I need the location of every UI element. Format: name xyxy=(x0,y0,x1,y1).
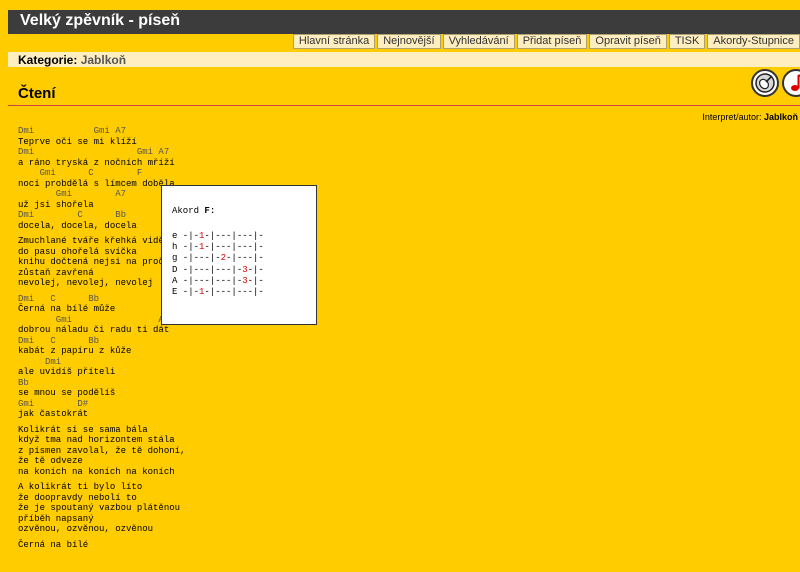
tab-prefix: -|---|---|- xyxy=(177,275,243,286)
song-title: Čtení xyxy=(18,85,56,102)
main-nav: Hlavní stránka Nejnovější Vyhledávání Př… xyxy=(291,34,800,49)
chord-line[interactable]: Dmi xyxy=(18,357,618,368)
lyric-line: knihu dočtená nejsi na proč xyxy=(18,257,164,267)
tab-suffix: -|---|---|- xyxy=(204,231,264,241)
chord-popup-title: Akord F: xyxy=(172,206,216,216)
music-note-icon[interactable] xyxy=(782,69,800,97)
chord-line[interactable]: Gmi A7 xyxy=(18,189,618,200)
lyric-line: Zmuchlané tváře křehká vidění xyxy=(18,236,175,246)
guitar-icon[interactable] xyxy=(751,69,779,97)
lyric-line: nevolej, nevolej, nevolej xyxy=(18,278,154,288)
tab-string-row: A -|---|---|-3-|- xyxy=(172,276,264,287)
author-link[interactable]: Jablkoň xyxy=(764,112,798,122)
lyric-line: kabát z papíru z kůže xyxy=(18,346,132,356)
lyric-line: že je spoutaný vazbou plátěnou xyxy=(18,503,181,513)
tab-prefix: -|- xyxy=(177,242,200,253)
tab-prefix: -|---|---|- xyxy=(177,264,243,275)
lyric-line: na koních na koních na koních xyxy=(18,466,175,477)
lyric-line: A kolikrát ti bylo líto xyxy=(18,482,143,492)
chord-popup: Akord F: e -|-1-|---|---|- h -|-1-|---|--… xyxy=(161,185,317,325)
lyric-line: když tma nad horizontem stála xyxy=(18,435,175,445)
lyric-line: docela, docela, docela xyxy=(18,220,137,231)
lyric-line: jak častokrát xyxy=(18,409,89,419)
tab-string-row: h -|-1-|---|---|- xyxy=(172,242,264,253)
nav-edit-song[interactable]: Opravit píseň xyxy=(589,34,667,49)
lyric-line: do pasu ohořelá svíčka xyxy=(18,246,137,257)
title-divider xyxy=(8,105,800,106)
chord-line[interactable]: Dmi Gmi A7 xyxy=(18,126,618,137)
lyric-line: Černá na bílé může xyxy=(18,304,116,314)
chord-line[interactable]: Dmi C Bb xyxy=(18,294,618,305)
chord-line[interactable]: Gmi D# xyxy=(18,399,618,410)
lyric-line: ale uvidíš příteli xyxy=(18,367,116,377)
tab-string-row: E -|-1-|---|---|- xyxy=(172,287,264,298)
tab-suffix: -|- xyxy=(247,275,264,286)
nav-print[interactable]: TISK xyxy=(668,34,706,49)
site-title-bar: Velký zpěvník - píseň xyxy=(8,10,800,34)
tab-suffix: -|- xyxy=(247,264,264,275)
lyric-line: Teprve oči se mi klíží xyxy=(18,136,137,147)
lyric-line: příběh napsaný xyxy=(18,513,94,524)
category-bar: Kategorie: Jablkoň xyxy=(8,52,800,67)
chord-name: F: xyxy=(204,206,216,216)
nav-chords-scales[interactable]: Akordy-Stupnice xyxy=(707,34,800,49)
tab-suffix: -|---|---|- xyxy=(204,242,264,253)
tab-suffix: -|---|---|- xyxy=(204,287,264,298)
tab-string-row: D -|---|---|-3-|- xyxy=(172,265,264,276)
site-title[interactable]: Velký zpěvník - píseň xyxy=(20,12,180,30)
lyric-line: Černá na bílé xyxy=(18,539,89,550)
chord-line[interactable]: Dmi Gmi A7 xyxy=(18,147,618,158)
lyric-line: zůstaň zavřená xyxy=(18,267,94,278)
chord-line[interactable]: Gmi A7 xyxy=(18,315,618,326)
lyric-line: z písmen zavolal, že tě dohoní, xyxy=(18,445,186,456)
lyric-line: už jsi shořela xyxy=(18,199,94,210)
nav-add-song[interactable]: Přidat píseň xyxy=(516,34,588,49)
lyric-line: dobrou náladu či radu ti dát xyxy=(18,325,170,335)
chord-tab: e -|-1-|---|---|- h -|-1-|---|---|- g -|--… xyxy=(172,231,264,298)
nav-newest[interactable]: Nejnovější xyxy=(377,34,441,49)
lyric-line: Kolikrát si se sama bála xyxy=(18,424,148,435)
category-link[interactable]: Jablkoň xyxy=(81,53,126,67)
lyric-line: ozvěnou, ozvěnou, ozvěnou xyxy=(18,524,154,534)
chord-line[interactable]: Bb xyxy=(18,378,618,389)
tab-string-row: e -|-1-|---|---|- xyxy=(172,231,264,242)
tab-prefix: -|- xyxy=(177,231,200,241)
tab-prefix: -|---|- xyxy=(177,253,221,264)
chord-line[interactable]: Dmi C Bb xyxy=(18,336,618,347)
tab-prefix: -|- xyxy=(177,287,200,298)
guitar-icon-glyph xyxy=(755,73,775,93)
lyric-line: se mnou se podělíš xyxy=(18,388,116,398)
lyric-line: a ráno tryská z nočních mříží xyxy=(18,157,175,168)
lyric-line: noci probdělá s límcem doběla xyxy=(18,178,175,189)
chord-line[interactable]: Dmi C Bb xyxy=(18,210,618,221)
lyric-line: že doopravdy nebolí to xyxy=(18,492,137,503)
nav-home[interactable]: Hlavní stránka xyxy=(292,34,376,49)
chord-line[interactable]: Gmi C F xyxy=(18,168,618,179)
tab-string-row: g -|---|-2-|---|- xyxy=(172,253,264,264)
lyric-line: že tě odveze xyxy=(18,456,83,466)
song-lyrics: Dmi Gmi A7 Teprve oči se mi klíží Dmi Gmi … xyxy=(18,126,618,550)
author-line: Interpret/autor: Jablkoň xyxy=(702,112,798,122)
nav-search[interactable]: Vyhledávání xyxy=(442,34,515,49)
tab-suffix: -|---|- xyxy=(226,253,264,264)
music-note-icon-glyph xyxy=(791,74,800,91)
category-label: Kategorie: Jablkoň xyxy=(18,53,127,67)
